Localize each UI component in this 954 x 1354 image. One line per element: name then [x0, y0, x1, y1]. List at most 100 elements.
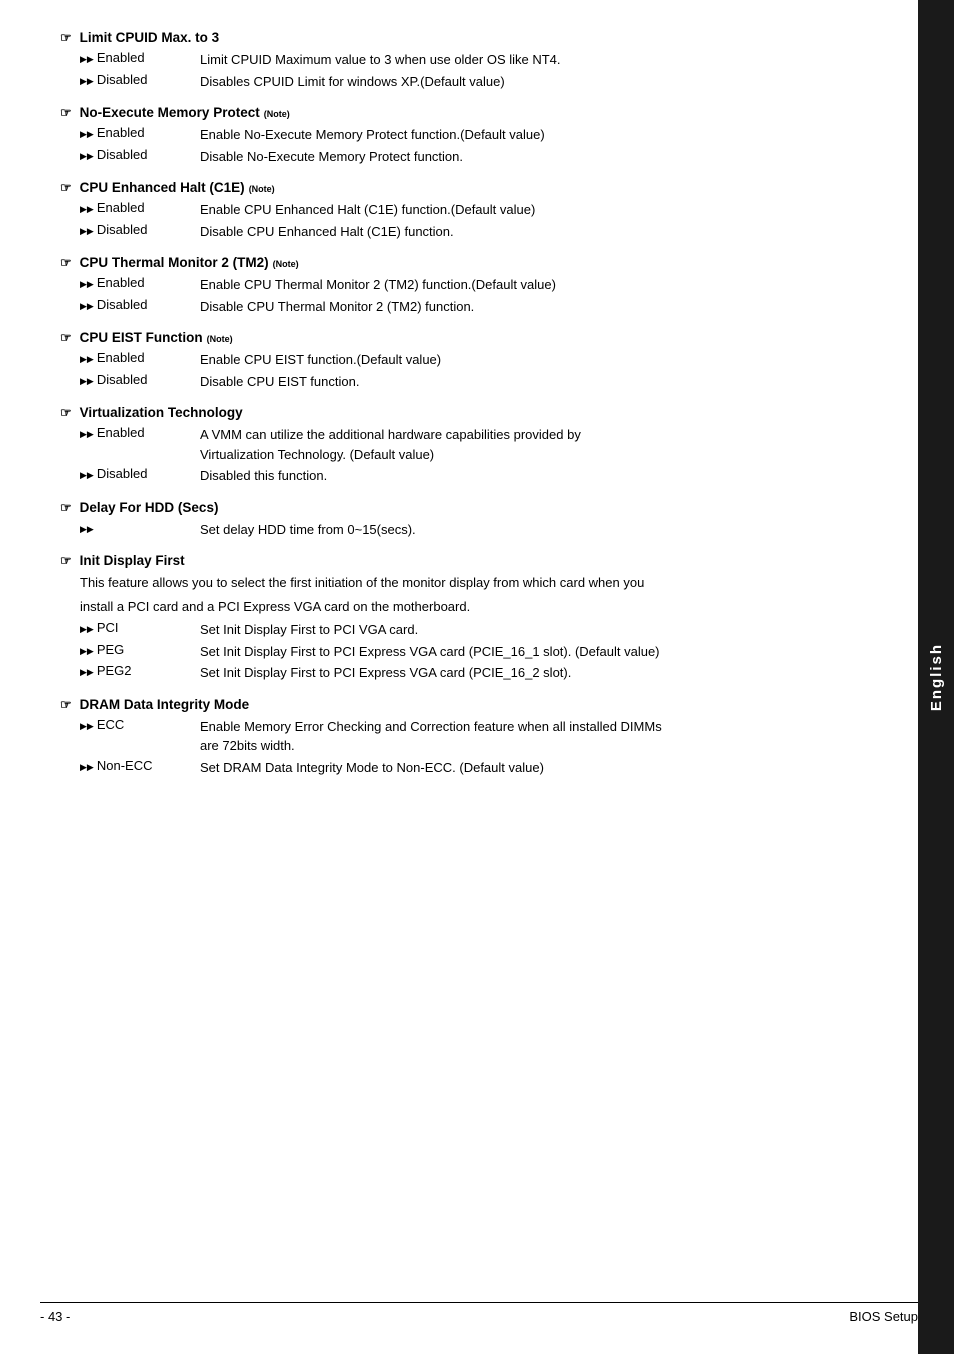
item-label-cpu-thermal-monitor-0: Enabled — [80, 275, 200, 295]
sections-container: ☞Limit CPUID Max. to 3 EnabledLimit CPUI… — [60, 30, 878, 777]
note-sup-cpu-eist: (Note) — [207, 334, 233, 344]
section-cpu-enhanced-halt: ☞CPU Enhanced Halt (C1E)(Note) EnabledEn… — [60, 180, 878, 241]
double-arrow-icon-init-display-1 — [80, 642, 94, 657]
item-desc-virtualization-1: Disabled this function. — [200, 466, 878, 486]
cursor-icon-no-execute: ☞ — [60, 105, 72, 121]
item-label-cpu-enhanced-halt-1: Disabled — [80, 222, 200, 242]
double-arrow-icon — [80, 520, 94, 535]
sidebar: English — [918, 0, 954, 1354]
item-row-virtualization-1: DisabledDisabled this function. — [60, 466, 878, 486]
section-title-virtualization: ☞ Virtualization Technology — [60, 405, 878, 421]
title-text-cpu-enhanced-halt: CPU Enhanced Halt (C1E) — [80, 180, 245, 195]
footer-bar: - 43 - BIOS Setup — [40, 1302, 918, 1324]
title-text-virtualization: Virtualization Technology — [80, 405, 243, 420]
section-init-display: ☞ Init Display First This feature allows y… — [60, 553, 878, 683]
title-text-cpu-thermal-monitor: CPU Thermal Monitor 2 (TM2) — [80, 255, 269, 270]
item-row-limit-cpuid-1: DisabledDisables CPUID Limit for windows… — [60, 72, 878, 92]
item-desc-limit-cpuid-0: Limit CPUID Maximum value to 3 when use … — [200, 50, 878, 70]
cursor-icon-cpu-eist: ☞ — [60, 330, 72, 346]
section-title-cpu-enhanced-halt: ☞CPU Enhanced Halt (C1E)(Note) — [60, 180, 878, 196]
footer-page: - 43 - — [40, 1309, 70, 1324]
section-title-no-execute: ☞No-Execute Memory Protect(Note) — [60, 105, 878, 121]
item-label-no-execute-0: Enabled — [80, 125, 200, 145]
double-arrow-icon-virtualization-1 — [80, 466, 94, 481]
item-row-cpu-thermal-monitor-1: DisabledDisable CPU Thermal Monitor 2 (T… — [60, 297, 878, 317]
title-text-no-execute: No-Execute Memory Protect — [80, 105, 260, 120]
section-title-dram-data-integrity: ☞ DRAM Data Integrity Mode — [60, 697, 878, 713]
double-arrow-icon-cpu-enhanced-halt-1 — [80, 222, 94, 237]
title-text-cpu-eist: CPU EIST Function — [80, 330, 203, 345]
item-row-no-execute-0: EnabledEnable No-Execute Memory Protect … — [60, 125, 878, 145]
item-desc-cpu-enhanced-halt-0: Enable CPU Enhanced Halt (C1E) function.… — [200, 200, 878, 220]
title-text-init-display: Init Display First — [80, 553, 185, 568]
double-arrow-icon-init-display-2 — [80, 663, 94, 678]
section-title-cpu-eist: ☞ CPU EIST Function (Note) — [60, 330, 878, 346]
cursor-icon-virtualization: ☞ — [60, 405, 72, 421]
double-arrow-icon-limit-cpuid-1 — [80, 72, 94, 87]
item-desc-init-display-0: Set Init Display First to PCI VGA card. — [200, 620, 878, 640]
item-row-init-display-1: PEGSet Init Display First to PCI Express… — [60, 642, 878, 662]
item-row-cpu-eist-1: DisabledDisable CPU EIST function. — [60, 372, 878, 392]
section-title-delay-hdd: ☞Delay For HDD (Secs) — [60, 500, 878, 516]
double-arrow-icon-no-execute-0 — [80, 125, 94, 140]
item-row-no-execute-1: DisabledDisable No-Execute Memory Protec… — [60, 147, 878, 167]
title-text-dram-data-integrity: DRAM Data Integrity Mode — [80, 697, 250, 712]
item-desc-no-execute-1: Disable No-Execute Memory Protect functi… — [200, 147, 878, 167]
item-row-cpu-enhanced-halt-1: DisabledDisable CPU Enhanced Halt (C1E) … — [60, 222, 878, 242]
note-sup-cpu-thermal-monitor: (Note) — [273, 259, 299, 269]
cursor-icon-limit-cpuid: ☞ — [60, 30, 72, 46]
section-cpu-thermal-monitor: ☞ CPU Thermal Monitor 2 (TM2) (Note) Enabl… — [60, 255, 878, 316]
cursor-icon-init-display: ☞ — [60, 553, 72, 569]
item-row-cpu-eist-0: EnabledEnable CPU EIST function.(Default… — [60, 350, 878, 370]
desc-row-delay-hdd: Set delay HDD time from 0~15(secs). — [60, 520, 878, 540]
double-arrow-icon-dram-data-integrity-0 — [80, 717, 94, 732]
double-arrow-icon-virtualization-0 — [80, 425, 94, 440]
item-label-cpu-enhanced-halt-0: Enabled — [80, 200, 200, 220]
section-dram-data-integrity: ☞ DRAM Data Integrity Mode ECCEnable Memo… — [60, 697, 878, 778]
item-row-virtualization-0: EnabledA VMM can utilize the additional … — [60, 425, 878, 464]
section-title-cpu-thermal-monitor: ☞ CPU Thermal Monitor 2 (TM2) (Note) — [60, 255, 878, 271]
item-label-init-display-1: PEG — [80, 642, 200, 662]
item-row-limit-cpuid-0: EnabledLimit CPUID Maximum value to 3 wh… — [60, 50, 878, 70]
section-desc-line-1: install a PCI card and a PCI Express VGA… — [60, 597, 878, 617]
item-label-cpu-eist-1: Disabled — [80, 372, 200, 392]
item-desc-no-execute-0: Enable No-Execute Memory Protect functio… — [200, 125, 878, 145]
double-arrow-icon-no-execute-1 — [80, 147, 94, 162]
item-desc-cpu-thermal-monitor-1: Disable CPU Thermal Monitor 2 (TM2) func… — [200, 297, 878, 317]
footer-label: BIOS Setup — [849, 1309, 918, 1324]
cursor-icon-cpu-thermal-monitor: ☞ — [60, 255, 72, 271]
item-row-init-display-0: PCISet Init Display First to PCI VGA car… — [60, 620, 878, 640]
section-virtualization: ☞ Virtualization Technology EnabledA VMM … — [60, 405, 878, 486]
item-label-dram-data-integrity-1: Non-ECC — [80, 758, 200, 778]
item-desc-limit-cpuid-1: Disables CPUID Limit for windows XP.(Def… — [200, 72, 878, 92]
section-desc-line-0: This feature allows you to select the fi… — [60, 573, 878, 593]
double-arrow-icon-cpu-enhanced-halt-0 — [80, 200, 94, 215]
cursor-icon-dram-data-integrity: ☞ — [60, 697, 72, 713]
cursor-icon-delay-hdd: ☞ — [60, 500, 72, 516]
item-label-init-display-0: PCI — [80, 620, 200, 640]
item-label-dram-data-integrity-0: ECC — [80, 717, 200, 756]
item-desc-cpu-enhanced-halt-1: Disable CPU Enhanced Halt (C1E) function… — [200, 222, 878, 242]
item-desc-cpu-thermal-monitor-0: Enable CPU Thermal Monitor 2 (TM2) funct… — [200, 275, 878, 295]
item-row-dram-data-integrity-1: Non-ECCSet DRAM Data Integrity Mode to N… — [60, 758, 878, 778]
item-row-cpu-thermal-monitor-0: EnabledEnable CPU Thermal Monitor 2 (TM2… — [60, 275, 878, 295]
item-row-cpu-enhanced-halt-0: EnabledEnable CPU Enhanced Halt (C1E) fu… — [60, 200, 878, 220]
page-container: ☞Limit CPUID Max. to 3 EnabledLimit CPUI… — [0, 0, 954, 1354]
item-label-limit-cpuid-0: Enabled — [80, 50, 200, 70]
section-cpu-eist: ☞ CPU EIST Function (Note) EnabledEnable C… — [60, 330, 878, 391]
item-label-delay-hdd — [80, 520, 200, 540]
item-desc-dram-data-integrity-1: Set DRAM Data Integrity Mode to Non-ECC.… — [200, 758, 878, 778]
double-arrow-icon-cpu-eist-0 — [80, 350, 94, 365]
double-arrow-icon-limit-cpuid-0 — [80, 50, 94, 65]
section-limit-cpuid: ☞ Limit CPUID Max. to 3 EnabledLimit CPUI… — [60, 30, 878, 91]
title-text-limit-cpuid: Limit CPUID Max. to 3 — [80, 30, 220, 45]
item-row-dram-data-integrity-0: ECCEnable Memory Error Checking and Corr… — [60, 717, 878, 756]
item-label-init-display-2: PEG2 — [80, 663, 200, 683]
item-label-limit-cpuid-1: Disabled — [80, 72, 200, 92]
item-desc-cpu-eist-1: Disable CPU EIST function. — [200, 372, 878, 392]
item-desc-cpu-eist-0: Enable CPU EIST function.(Default value) — [200, 350, 878, 370]
double-arrow-icon-cpu-thermal-monitor-1 — [80, 297, 94, 312]
item-desc-virtualization-0: A VMM can utilize the additional hardwar… — [200, 425, 878, 464]
item-label-no-execute-1: Disabled — [80, 147, 200, 167]
double-arrow-icon-dram-data-integrity-1 — [80, 758, 94, 773]
